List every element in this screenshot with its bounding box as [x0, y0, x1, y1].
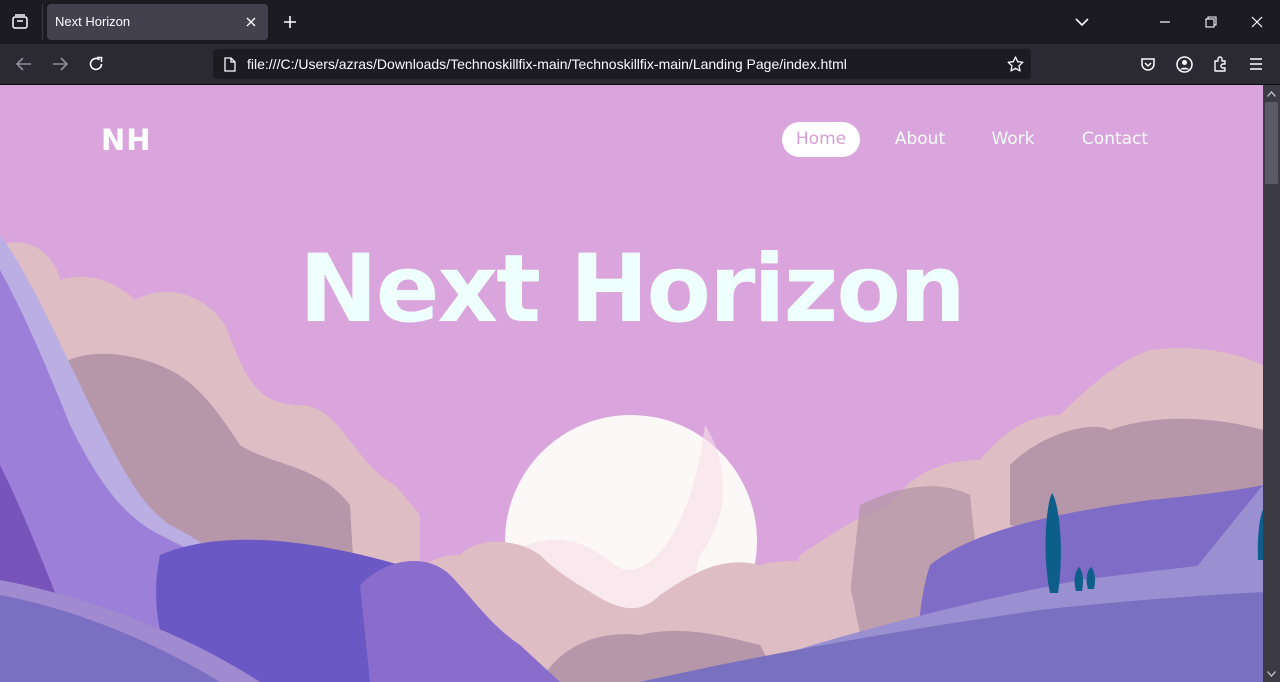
forward-arrow-icon[interactable] [48, 52, 72, 76]
page-icon[interactable] [221, 55, 239, 73]
tab-overview-icon[interactable] [8, 10, 32, 34]
nav-work-link[interactable]: Work [978, 122, 1048, 157]
nav-home-link[interactable]: Home [782, 122, 860, 157]
hero-title: Next Horizon [299, 235, 966, 344]
scroll-down-arrow-icon[interactable] [1263, 665, 1280, 682]
nav-contact-link[interactable]: Contact [1068, 122, 1162, 157]
navigation-toolbar: file:///C:/Users/azras/Downloads/Technos… [0, 44, 1280, 85]
reload-icon[interactable] [84, 52, 108, 76]
close-icon[interactable] [242, 13, 260, 31]
vertical-scrollbar[interactable] [1263, 85, 1280, 682]
account-icon[interactable] [1172, 52, 1196, 76]
chevron-down-icon[interactable] [1070, 10, 1094, 34]
site-logo[interactable]: NH [101, 123, 152, 157]
restore-icon[interactable] [1199, 10, 1223, 34]
star-icon[interactable] [1005, 54, 1025, 74]
tab-separator [42, 4, 43, 40]
page-viewport: NH Home About Work Contact Next Horizon [0, 85, 1263, 682]
landscape-illustration [0, 235, 1263, 682]
scroll-up-arrow-icon[interactable] [1263, 85, 1280, 102]
nav-about-link[interactable]: About [882, 122, 958, 157]
minimize-icon[interactable] [1153, 10, 1177, 34]
close-window-icon[interactable] [1245, 10, 1269, 34]
scroll-thumb[interactable] [1265, 102, 1278, 184]
browser-tab[interactable]: Next Horizon [47, 4, 268, 40]
extensions-icon[interactable] [1208, 52, 1232, 76]
back-arrow-icon[interactable] [12, 52, 36, 76]
plus-icon[interactable] [279, 11, 301, 33]
url-bar[interactable]: file:///C:/Users/azras/Downloads/Technos… [213, 49, 1031, 79]
hamburger-menu-icon[interactable] [1244, 52, 1268, 76]
tab-title: Next Horizon [55, 14, 131, 29]
tab-bar: Next Horizon [0, 0, 1280, 44]
pocket-icon[interactable] [1136, 52, 1160, 76]
url-text[interactable]: file:///C:/Users/azras/Downloads/Technos… [247, 56, 847, 72]
